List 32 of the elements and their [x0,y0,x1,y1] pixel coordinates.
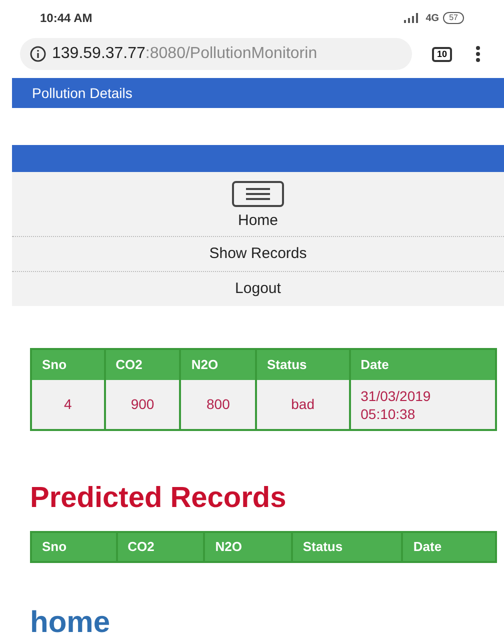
url-host: 139.59.37.77 [52,45,146,62]
nav-link[interactable]: Show Records [209,244,307,264]
column-header: CO2 [104,349,180,380]
info-icon [30,46,46,62]
page-heading: home [30,607,112,639]
battery-indicator: 57 [443,12,464,24]
address-bar[interactable]: 139.59.37.77:8080/PollutionMonitorin [20,38,412,70]
nav-link[interactable]: Home [238,211,278,231]
table-cell: bad [256,380,350,430]
table-cell: 4 [31,380,105,430]
hamburger-button[interactable] [232,181,284,207]
column-header: Date [350,349,496,380]
column-header: Sno [31,532,117,562]
column-header: Status [292,532,402,562]
header-title: Pollution Details [32,84,132,102]
url-path: :8080/PollutionMonitorin [145,45,318,62]
status-time: 10:44 AM [40,10,92,27]
table-cell: 900 [104,380,180,430]
column-header: N2O [180,349,256,380]
table-cell: 800 [180,380,256,430]
column-header: Sno [31,349,105,380]
menu-icon [246,188,270,200]
tab-count-button[interactable]: 10 [432,46,452,62]
nav-link[interactable]: Logout [235,279,281,299]
column-header: CO2 [116,532,204,562]
network-label: 4G [426,12,440,26]
column-header: Status [256,349,350,380]
column-header: Date [402,532,496,562]
table-cell: 31/03/2019 05:10:38 [350,380,496,430]
menu-icon[interactable] [476,46,480,62]
column-header: N2O [204,532,292,562]
section-heading: Predicted Records [30,481,288,515]
